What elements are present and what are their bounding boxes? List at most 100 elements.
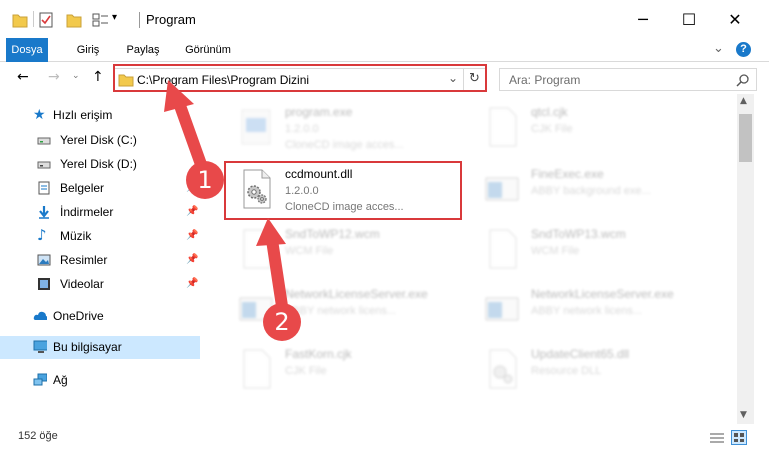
file-item[interactable]: FastKorn.cjk CJK File <box>215 340 455 400</box>
star-icon: ★ <box>33 106 46 122</box>
file-name: program.exe <box>285 105 353 119</box>
file-item[interactable]: UpdateClient65.dll Resource DLL <box>461 340 701 400</box>
exe-icon <box>241 109 271 145</box>
large-icons-view-icon[interactable] <box>731 430 747 445</box>
file-description: ABBY network licens... <box>285 305 397 317</box>
scroll-down-icon[interactable]: ▼ <box>740 410 747 420</box>
file-item[interactable]: NetworkLicenseServer.exe ABBY network li… <box>215 280 455 340</box>
maximize-button[interactable]: ☐ <box>666 0 712 38</box>
sidebar-item-label: Resimler <box>60 253 108 267</box>
sidebar-item-music[interactable]: ♪ Müzik 📌 <box>0 225 200 248</box>
file-name: SndToWP13.wcm <box>531 227 626 241</box>
file-item[interactable]: NetworkLicenseServer.exe ABBY network li… <box>461 280 701 340</box>
file-item[interactable]: FineExec.exe ABBY background exe... <box>461 160 701 220</box>
tab-view[interactable]: Görünüm <box>180 38 236 62</box>
customize-toolbar-icon[interactable] <box>92 11 110 29</box>
minimize-icon: ─ <box>638 9 648 29</box>
window-title: Program <box>146 12 196 27</box>
sidebar-item-label: OneDrive <box>53 309 104 323</box>
file-item[interactable]: SndToWP12.wcm WCM File <box>215 220 455 280</box>
tab-home[interactable]: Giriş <box>68 38 108 62</box>
help-icon[interactable]: ? <box>736 42 751 57</box>
file-name: NetworkLicenseServer.exe <box>285 287 428 301</box>
up-arrow-icon[interactable]: ↑ <box>92 69 104 85</box>
search-placeholder: Ara: Program <box>509 73 581 87</box>
sidebar-item-label: Müzik <box>60 229 92 243</box>
close-button[interactable]: ✕ <box>712 0 758 38</box>
sidebar-item-label: Belgeler <box>60 181 105 195</box>
network-icon <box>33 373 47 386</box>
expand-ribbon-icon[interactable]: ⌄ <box>713 41 724 56</box>
title-bar: ▾ Program ─ ☐ ✕ <box>0 0 769 38</box>
sidebar-item-label: Ağ <box>53 373 68 387</box>
file-description: ABBY network licens... <box>531 305 643 317</box>
file-highlight-box <box>224 161 462 220</box>
sidebar-item-onedrive[interactable]: OneDrive <box>0 305 200 328</box>
search-icon[interactable] <box>736 73 750 87</box>
blank-file-icon <box>243 349 271 389</box>
sidebar-item-documents[interactable]: Belgeler 📌 <box>0 177 200 200</box>
scroll-up-icon[interactable]: ▲ <box>740 96 747 106</box>
minimize-button[interactable]: ─ <box>620 0 666 38</box>
navigation-pane: ★ Hızlı erişim Yerel Disk (C:) Yerel Dis… <box>0 94 205 424</box>
file-type: WCM File <box>531 245 580 257</box>
file-type: Resource DLL <box>531 365 602 377</box>
quick-access-label: Hızlı erişim <box>53 108 113 122</box>
forward-arrow-icon[interactable]: → <box>48 69 60 85</box>
drive-icon <box>37 161 51 169</box>
file-item[interactable]: program.exe 1.2.0.0 CloneCD image acces.… <box>215 98 455 158</box>
pin-icon[interactable]: 📌 <box>186 230 198 241</box>
video-icon <box>38 278 50 290</box>
file-name: FastKorn.cjk <box>285 347 352 361</box>
maximize-icon: ☐ <box>681 9 697 29</box>
pictures-icon <box>37 254 51 266</box>
sidebar-item-network[interactable]: Ağ <box>0 369 200 392</box>
tab-share[interactable]: Paylaş <box>121 38 165 62</box>
file-item[interactable]: SndToWP13.wcm WCM File <box>461 220 701 280</box>
file-type: CJK File <box>531 123 573 135</box>
file-name: UpdateClient65.dll <box>531 347 630 361</box>
details-view-icon[interactable] <box>709 431 725 445</box>
sidebar-item-downloads[interactable]: İndirmeler 📌 <box>0 201 200 224</box>
search-input[interactable]: Ara: Program <box>499 68 757 91</box>
blank-file-icon <box>243 229 271 269</box>
step-1-badge: 1 <box>186 161 224 199</box>
music-icon: ♪ <box>37 226 47 244</box>
cloud-icon <box>33 311 47 320</box>
app-window-icon <box>485 177 519 201</box>
file-version: 1.2.0.0 <box>285 123 319 135</box>
download-icon <box>39 206 49 219</box>
file-description: CloneCD image acces... <box>285 139 404 151</box>
item-count: 152 öğe <box>18 430 58 442</box>
app-window-icon <box>485 297 519 321</box>
quick-access[interactable]: ★ Hızlı erişim <box>0 104 200 127</box>
vertical-scrollbar[interactable]: ▲ ▼ <box>737 94 754 424</box>
file-item[interactable]: qtcl.cjk CJK File <box>461 98 701 158</box>
tab-file[interactable]: Dosya <box>6 38 48 62</box>
folder-icon <box>12 14 28 28</box>
back-arrow-icon[interactable]: ← <box>17 69 29 85</box>
pin-icon[interactable]: 📌 <box>186 278 198 289</box>
computer-icon <box>33 340 47 353</box>
pin-icon[interactable]: 📌 <box>186 206 198 217</box>
file-name: NetworkLicenseServer.exe <box>531 287 674 301</box>
step-2-badge: 2 <box>263 303 301 341</box>
address-highlight-box <box>113 64 487 92</box>
recent-locations-icon[interactable]: ⌄ <box>72 71 80 81</box>
sidebar-item-drive-c[interactable]: Yerel Disk (C:) <box>0 129 200 152</box>
drive-icon <box>37 137 51 145</box>
file-description: ABBY background exe... <box>531 185 651 197</box>
pin-icon[interactable]: 📌 <box>186 254 198 265</box>
sidebar-item-drive-d[interactable]: Yerel Disk (D:) <box>0 153 200 176</box>
new-folder-icon[interactable] <box>66 11 82 29</box>
sidebar-item-this-pc[interactable]: Bu bilgisayar <box>0 336 200 359</box>
file-name: FineExec.exe <box>531 167 604 181</box>
sidebar-item-label: Videolar <box>60 277 104 291</box>
toolbar-dropdown-icon[interactable]: ▾ <box>112 12 117 23</box>
scroll-thumb[interactable] <box>739 114 752 162</box>
sidebar-item-pictures[interactable]: Resimler 📌 <box>0 249 200 272</box>
properties-icon[interactable] <box>38 11 54 29</box>
sidebar-item-label: Yerel Disk (C:) <box>60 133 137 147</box>
ribbon-tabs: Dosya Giriş Paylaş Görünüm ⌄ ? <box>0 38 769 62</box>
sidebar-item-videos[interactable]: Videolar 📌 <box>0 273 200 296</box>
